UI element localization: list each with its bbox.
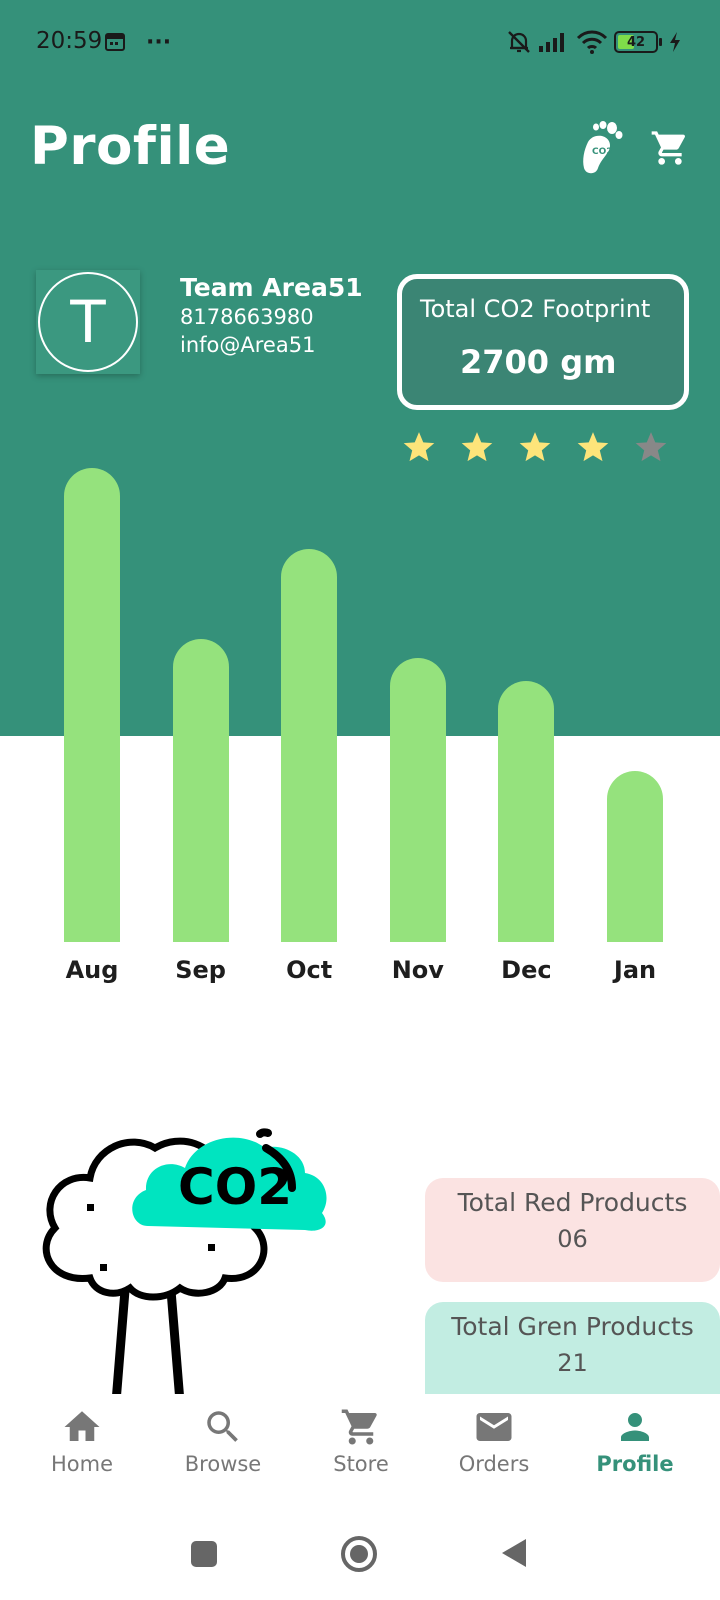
co2-badge-text: CO2 [178, 1158, 292, 1216]
avatar[interactable]: T [36, 270, 140, 374]
chart-bar-jan [607, 771, 663, 942]
cart-icon[interactable] [650, 128, 690, 168]
green-products-value: 21 [557, 1349, 588, 1377]
monthly-co2-bar-chart: Aug Sep Oct Nov Dec Jan [0, 440, 720, 1000]
nav-browse[interactable]: Browse [153, 1406, 293, 1476]
tree-co2-illustration: CO2 [42, 1128, 327, 1407]
wifi-icon [576, 30, 608, 54]
nav-store-label: Store [333, 1452, 389, 1476]
chart-bar-sep [172, 638, 229, 942]
status-more: ··· [146, 29, 172, 55]
status-time: 20:59 [36, 28, 103, 54]
calendar-icon [105, 33, 125, 51]
cart-icon [341, 1409, 377, 1445]
nav-orders-label: Orders [458, 1452, 530, 1476]
signal-icon [539, 33, 564, 52]
page-title: Profile [30, 116, 231, 177]
chart-label-sep: Sep [175, 956, 226, 984]
battery-level: 42 [626, 34, 646, 50]
green-products-card: Total Gren Products 21 [425, 1302, 720, 1406]
avatar-letter: T [38, 272, 138, 372]
mail-icon [476, 1413, 512, 1441]
battery-icon: 42 [614, 31, 662, 53]
co2-footprint-card: Total CO2 Footprint 2700 gm [397, 274, 689, 410]
chart-label-jan: Jan [613, 956, 657, 984]
chart-label-aug: Aug [65, 956, 119, 984]
chart-bar-nov [389, 657, 446, 942]
green-products-label: Total Gren Products [451, 1312, 694, 1341]
co2-footprint-icon[interactable]: CO2 [574, 120, 624, 176]
back-button-icon[interactable] [500, 1537, 528, 1569]
team-name: Team Area51 [180, 273, 363, 302]
status-bar: 20:59 ··· 42 [0, 0, 720, 84]
nav-orders[interactable]: Orders [424, 1406, 564, 1476]
recents-button-icon[interactable] [190, 1540, 218, 1568]
home-button-icon[interactable] [340, 1535, 378, 1573]
nav-browse-label: Browse [184, 1452, 262, 1476]
person-icon [621, 1413, 649, 1441]
team-email: info@Area51 [180, 333, 316, 357]
team-phone: 8178663980 [180, 305, 314, 329]
chart-label-dec: Dec [501, 956, 552, 984]
search-icon [207, 1411, 238, 1442]
nav-profile[interactable]: Profile [565, 1406, 705, 1476]
bell-off-icon [508, 31, 530, 53]
red-products-value: 06 [557, 1225, 588, 1253]
home-icon [64, 1411, 100, 1441]
chart-bar-dec [498, 681, 555, 942]
co2-footprint-value: 2700 gm [460, 343, 617, 381]
bottom-navigation: Home Browse Store Orders Profile [0, 1394, 720, 1494]
system-navigation-bar [0, 1520, 720, 1600]
svg-text:CO2: CO2 [592, 147, 613, 157]
nav-profile-label: Profile [596, 1452, 674, 1476]
charging-icon [670, 32, 680, 52]
nav-home[interactable]: Home [12, 1406, 152, 1476]
chart-label-oct: Oct [286, 956, 333, 984]
nav-store[interactable]: Store [291, 1406, 431, 1476]
red-products-card: Total Red Products 06 [425, 1178, 720, 1282]
nav-home-label: Home [50, 1452, 113, 1476]
co2-footprint-label: Total CO2 Footprint [420, 295, 651, 323]
chart-bar-oct [281, 548, 338, 942]
chart-label-nov: Nov [391, 956, 444, 984]
red-products-label: Total Red Products [457, 1188, 688, 1217]
chart-bar-aug [64, 468, 120, 942]
